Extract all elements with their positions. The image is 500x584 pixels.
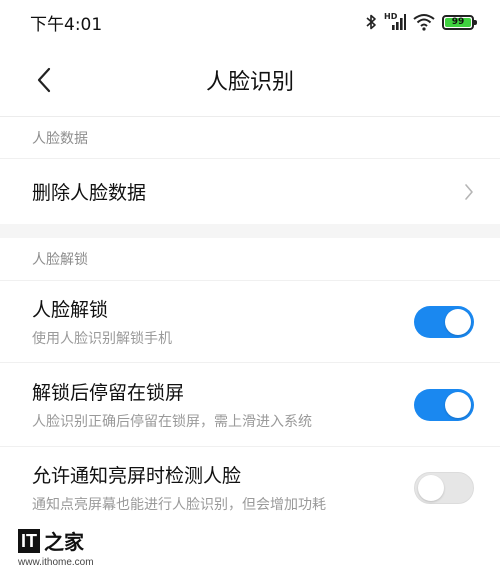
watermark-url: www.ithome.com	[18, 557, 94, 568]
section-header-face-unlock: 人脸解锁	[32, 252, 88, 268]
row-text: 解锁后停留在锁屏 人脸识别正确后停留在锁屏，需上滑进入系统	[32, 378, 312, 431]
status-bar: 下午4:01 HD 99	[0, 0, 500, 44]
page-title: 人脸识别	[205, 70, 294, 95]
wifi-icon	[413, 13, 435, 31]
stay-on-lockscreen-toggle[interactable]	[414, 388, 474, 421]
row-subtitle: 通知点亮屏幕也能进行人脸识别，但会增加功耗	[32, 497, 326, 513]
face-unlock-row: 人脸解锁 使用人脸识别解锁手机	[0, 280, 500, 362]
row-text: 人脸解锁 使用人脸识别解锁手机	[32, 295, 172, 348]
toggle-knob	[418, 474, 444, 501]
notification-face-detect-toggle[interactable]	[414, 471, 474, 504]
network-label: HD	[384, 12, 398, 21]
stay-on-lockscreen-row: 解锁后停留在锁屏 人脸识别正确后停留在锁屏，需上滑进入系统	[0, 362, 500, 446]
ithome-watermark: IT 之家 www.ithome.com	[18, 526, 94, 568]
status-icons: HD 99	[365, 12, 477, 31]
battery-icon: 99	[442, 14, 477, 30]
watermark-logo-glyph: 之家	[44, 530, 84, 554]
row-title: 人脸解锁	[32, 299, 109, 321]
row-subtitle: 使用人脸识别解锁手机	[32, 331, 172, 347]
status-time: 下午4:01	[30, 14, 103, 35]
header: 人脸识别	[0, 44, 500, 116]
row-title: 删除人脸数据	[32, 182, 147, 204]
watermark-logo-text: IT	[18, 528, 40, 553]
row-title: 允许通知亮屏时检测人脸	[32, 465, 242, 487]
screen: 下午4:01 HD 99 人脸识别 人脸数据 删除人脸数据 人脸解锁 人脸解锁 …	[0, 0, 500, 584]
watermark-logo: IT 之家	[18, 526, 94, 555]
toggle-knob	[445, 391, 471, 418]
back-button[interactable]	[26, 62, 62, 98]
bluetooth-icon	[365, 13, 377, 31]
chevron-right-icon	[465, 183, 473, 200]
signal-icon: HD	[384, 12, 406, 31]
row-subtitle: 人脸识别正确后停留在锁屏，需上滑进入系统	[32, 414, 312, 430]
notification-face-detect-row: 允许通知亮屏时检测人脸 通知点亮屏幕也能进行人脸识别，但会增加功耗	[0, 446, 500, 528]
delete-face-data-row[interactable]: 删除人脸数据	[0, 158, 500, 224]
toggle-knob	[445, 308, 471, 335]
battery-level: 99	[445, 17, 471, 27]
row-text: 允许通知亮屏时检测人脸 通知点亮屏幕也能进行人脸识别，但会增加功耗	[32, 461, 326, 514]
row-title: 解锁后停留在锁屏	[32, 382, 185, 404]
chevron-left-icon	[37, 67, 51, 93]
face-unlock-toggle[interactable]	[414, 305, 474, 338]
section-divider	[0, 224, 500, 238]
section-header-face-data: 人脸数据	[0, 116, 500, 158]
